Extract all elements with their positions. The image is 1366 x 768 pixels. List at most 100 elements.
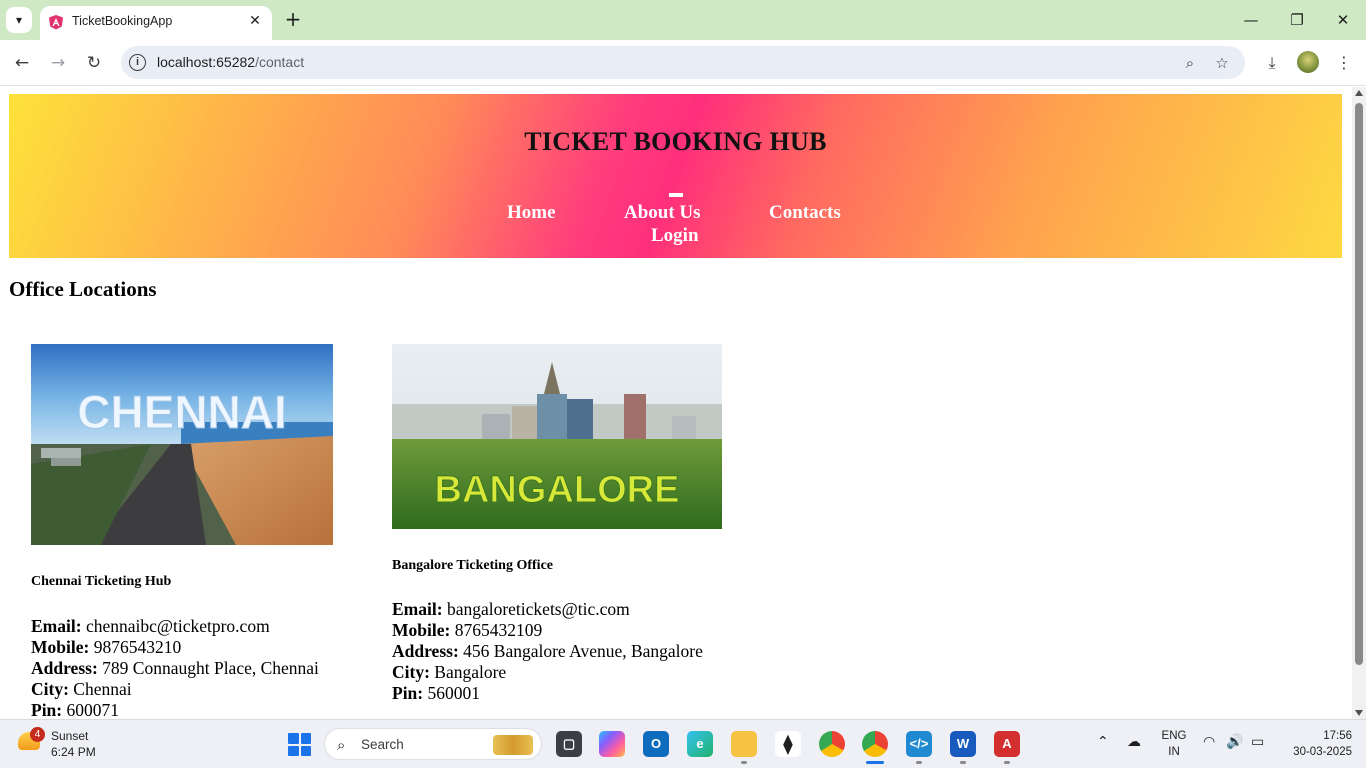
email-value: bangaloretickets@tic.com xyxy=(446,599,630,619)
back-arrow-icon[interactable]: ← xyxy=(10,51,34,75)
city-value: Bangalore xyxy=(434,662,507,682)
zoom-icon[interactable]: ⌕ xyxy=(1179,52,1201,74)
url-host: localhost:65282 xyxy=(157,54,256,70)
windows-start-icon[interactable] xyxy=(288,733,311,756)
word-running-indicator xyxy=(960,761,966,764)
onedrive-icon[interactable]: ☁ xyxy=(1127,734,1141,750)
city-row: City: Bangalore xyxy=(392,662,703,683)
vscode-icon[interactable]: </> xyxy=(906,731,932,757)
chennai-image-text: CHENNAI xyxy=(77,386,287,438)
pin-row: Pin: 600071 xyxy=(31,700,319,719)
profile-avatar[interactable] xyxy=(1297,51,1319,73)
site-info-icon[interactable]: i xyxy=(129,54,146,71)
chennai-city-image: CHENNAI xyxy=(31,344,333,545)
office-locations-heading: Office Locations xyxy=(9,277,157,301)
clock-date[interactable]: 30-03-2025 xyxy=(1282,746,1352,758)
office-name-chennai: Chennai Ticketing Hub xyxy=(31,574,172,589)
pin-value: 560001 xyxy=(427,683,481,703)
vscode-running-indicator xyxy=(916,761,922,764)
address-bar[interactable]: i localhost:65282/contact ⌕ ☆ xyxy=(121,46,1245,79)
bangalore-image-text: BANGALORE xyxy=(435,469,680,511)
forward-arrow-icon[interactable]: → xyxy=(46,51,70,75)
download-icon[interactable]: ⤓ xyxy=(1260,51,1284,75)
volume-icon[interactable]: 🔊 xyxy=(1226,734,1243,750)
site-brand-title: TICKET BOOKING HUB xyxy=(524,127,827,156)
city-label: City: xyxy=(392,662,430,682)
task-view-icon[interactable]: ▢ xyxy=(556,731,582,757)
chevron-up-icon[interactable]: ⌃ xyxy=(1097,734,1109,750)
outlook-icon[interactable]: O xyxy=(643,731,669,757)
nav-contacts-link[interactable]: Contacts xyxy=(769,202,841,224)
office-details-bangalore: Email: bangaloretickets@tic.com Mobile: … xyxy=(392,599,703,704)
mobile-row: Mobile: 9876543210 xyxy=(31,637,319,658)
clock-time[interactable]: 17:56 xyxy=(1296,730,1352,742)
pin-row: Pin: 560001 xyxy=(392,683,703,704)
active-tab[interactable]: TicketBookingApp ✕ xyxy=(40,6,272,40)
pin-value: 600071 xyxy=(66,700,120,719)
acrobat-icon[interactable]: A xyxy=(994,731,1020,757)
url-text[interactable]: localhost:65282/contact xyxy=(157,54,304,70)
scroll-up-arrow-icon[interactable] xyxy=(1355,90,1363,96)
chrome-icon[interactable] xyxy=(819,731,845,757)
email-row: Email: bangaloretickets@tic.com xyxy=(392,599,703,620)
language-region[interactable]: IN xyxy=(1160,746,1188,758)
browser-tab-strip: ▾ TicketBookingApp ✕ + — ❐ ✕ xyxy=(0,0,1366,40)
url-path: /contact xyxy=(255,54,305,70)
mobile-value: 8765432109 xyxy=(454,620,543,640)
tab-title: TicketBookingApp xyxy=(72,14,173,28)
dropbox-icon[interactable]: ⧫ xyxy=(775,731,801,757)
explorer-running-indicator xyxy=(741,761,747,764)
nav-home-link[interactable]: Home xyxy=(507,202,556,224)
browser-toolbar: ← → ↻ i localhost:65282/contact ⌕ ☆ ⤓ ⋮ xyxy=(0,40,1366,86)
taskbar-search-box[interactable]: ⌕ Search xyxy=(324,728,542,760)
battery-icon[interactable]: ▭ xyxy=(1251,734,1264,750)
address-label: Address: xyxy=(31,658,98,678)
windows-taskbar: 4 Sunset 6:24 PM ⌕ Search ▢ O e ⧫ </> W … xyxy=(0,719,1366,768)
restore-button[interactable]: ❐ xyxy=(1282,8,1312,32)
close-window-button[interactable]: ✕ xyxy=(1328,8,1358,32)
edge-icon[interactable]: e xyxy=(687,731,713,757)
office-card-chennai: CHENNAI Chennai Ticketing Hub Email: che… xyxy=(31,344,351,719)
city-value: Chennai xyxy=(73,679,132,699)
copilot-icon[interactable] xyxy=(599,731,625,757)
site-header: TICKET BOOKING HUB Home About Us Contact… xyxy=(9,94,1342,258)
angular-favicon-icon xyxy=(49,15,63,30)
pin-label: Pin: xyxy=(31,700,63,719)
office-name-bangalore: Bangalore Ticketing Office xyxy=(392,558,553,573)
more-menu-icon[interactable]: ⋮ xyxy=(1332,51,1356,75)
file-explorer-icon[interactable] xyxy=(731,731,757,757)
office-card-bangalore: BANGALORE Bangalore Ticketing Office Ema… xyxy=(392,344,752,719)
nav-about-link[interactable]: About Us xyxy=(624,202,701,224)
chrome-active-indicator xyxy=(866,761,884,764)
acrobat-running-indicator xyxy=(1004,761,1010,764)
minimize-button[interactable]: — xyxy=(1236,8,1266,32)
mobile-row: Mobile: 8765432109 xyxy=(392,620,703,641)
weather-notification-badge: 4 xyxy=(30,727,45,742)
word-icon[interactable]: W xyxy=(950,731,976,757)
city-label: City: xyxy=(31,679,69,699)
page-scrollbar[interactable] xyxy=(1352,87,1366,719)
bangalore-city-image: BANGALORE xyxy=(392,344,722,529)
chrome-profile-icon[interactable] xyxy=(862,731,888,757)
reload-icon[interactable]: ↻ xyxy=(82,51,106,75)
email-value: chennaibc@ticketpro.com xyxy=(85,616,270,636)
scroll-thumb[interactable] xyxy=(1355,103,1363,665)
wifi-icon[interactable]: ◠ xyxy=(1203,734,1215,750)
address-row: Address: 456 Bangalore Avenue, Bangalore xyxy=(392,641,703,662)
weather-time[interactable]: 6:24 PM xyxy=(51,745,96,759)
new-tab-button[interactable]: + xyxy=(282,8,304,30)
email-label: Email: xyxy=(392,599,443,619)
mobile-label: Mobile: xyxy=(31,637,90,657)
scroll-down-arrow-icon[interactable] xyxy=(1355,710,1363,716)
pin-label: Pin: xyxy=(392,683,424,703)
address-label: Address: xyxy=(392,641,459,661)
weather-title[interactable]: Sunset xyxy=(51,729,88,743)
mobile-label: Mobile: xyxy=(392,620,451,640)
nav-login-link[interactable]: Login xyxy=(651,225,699,247)
taskbar-search-placeholder: Search xyxy=(361,737,404,752)
language-code[interactable]: ENG xyxy=(1160,730,1188,742)
tab-close-icon[interactable]: ✕ xyxy=(246,12,264,30)
search-icon: ⌕ xyxy=(337,736,346,754)
bookmark-star-icon[interactable]: ☆ xyxy=(1211,52,1233,74)
tab-search-button[interactable]: ▾ xyxy=(6,7,32,33)
